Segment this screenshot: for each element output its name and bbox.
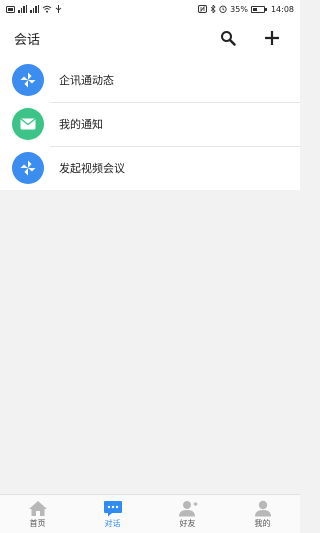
signal-icon <box>18 5 27 13</box>
list-item-notifications[interactable]: 我的通知 <box>0 102 300 146</box>
tab-profile[interactable]: 我的 <box>225 495 300 533</box>
screen: 35% 14:08 会话 企讯通动态 我的通知 发起视频会议 首页 对话 好友 … <box>0 0 300 533</box>
app-header: 会话 <box>0 18 300 58</box>
tab-chat[interactable]: 对话 <box>75 495 150 533</box>
search-button[interactable] <box>214 24 242 52</box>
pinwheel-icon <box>12 64 44 96</box>
list-item-label: 我的通知 <box>59 118 103 131</box>
tab-home[interactable]: 首页 <box>0 495 75 533</box>
conversation-list: 企讯通动态 我的通知 发起视频会议 <box>0 58 300 190</box>
alarm-icon <box>219 5 227 13</box>
battery-icon <box>250 5 267 13</box>
usb-icon <box>55 5 62 13</box>
mail-icon <box>12 108 44 140</box>
battery-percent: 35% <box>230 4 248 14</box>
wifi-icon <box>42 5 52 13</box>
status-right: 35% 14:08 <box>198 5 294 14</box>
friends-icon <box>178 500 197 516</box>
list-item-news[interactable]: 企讯通动态 <box>0 58 300 102</box>
home-icon <box>28 500 47 516</box>
nfc-icon <box>198 5 208 13</box>
list-item-label: 发起视频会议 <box>59 162 125 175</box>
list-item-label: 企讯通动态 <box>59 74 114 87</box>
status-time: 14:08 <box>270 4 294 14</box>
list-item-video-meeting[interactable]: 发起视频会议 <box>0 146 300 190</box>
signal-icon-2 <box>30 5 39 13</box>
tab-label: 好友 <box>179 518 196 528</box>
bottom-tab-bar: 首页 对话 好友 我的 <box>0 494 300 533</box>
page-title: 会话 <box>14 32 41 48</box>
status-left <box>6 5 62 13</box>
search-icon <box>221 31 236 46</box>
tab-friends[interactable]: 好友 <box>150 495 225 533</box>
bluetooth-icon <box>210 5 216 13</box>
chat-icon <box>103 500 122 516</box>
plus-icon <box>265 31 279 45</box>
tab-label: 首页 <box>29 518 46 528</box>
tab-label: 我的 <box>254 518 271 528</box>
add-button[interactable] <box>258 24 286 52</box>
pinwheel-icon <box>12 152 44 184</box>
profile-icon <box>254 500 271 516</box>
sim-icon <box>6 5 15 13</box>
tab-label: 对话 <box>104 518 121 528</box>
status-bar: 35% 14:08 <box>0 0 300 18</box>
